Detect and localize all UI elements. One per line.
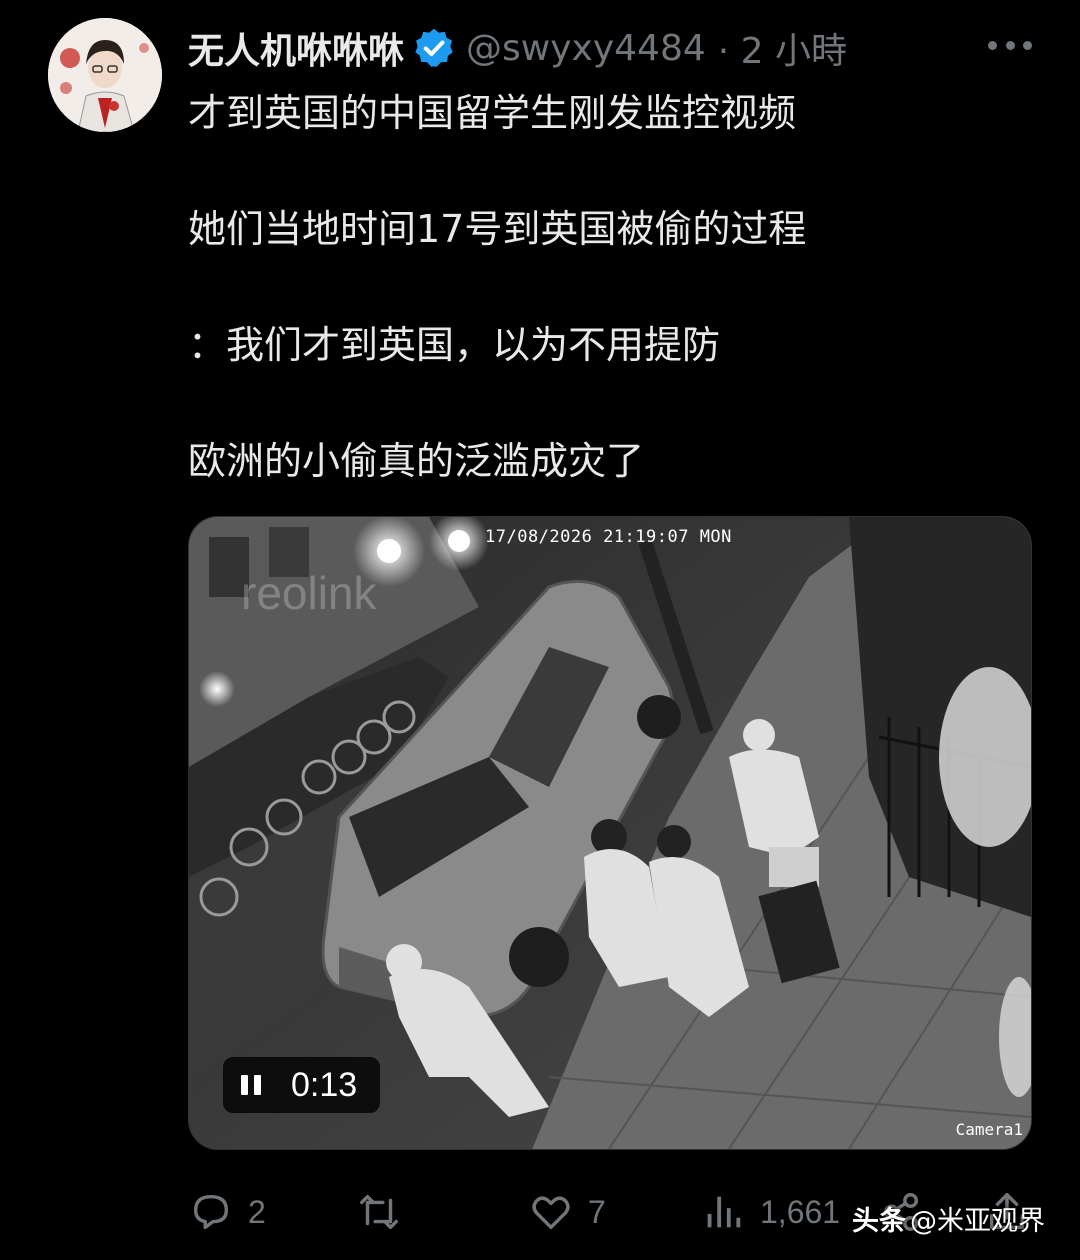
repost-icon [360,1194,398,1230]
like-icon [532,1196,570,1230]
tweet-paragraph: 欧洲的小偷真的泛滥成灾了 [188,439,645,483]
cctv-video-frame: reolink [189,517,1031,1149]
avatar[interactable] [48,18,162,132]
like-button[interactable]: 7 [528,1184,606,1240]
reolink-watermark: reolink [241,567,378,619]
post-time[interactable]: · 2 小時 [718,22,847,74]
reply-count: 2 [248,1193,266,1230]
like-count: 7 [588,1193,606,1230]
tweet-paragraph: ：我们才到英国，以为不用提防 [188,323,721,367]
verified-badge-icon [415,28,453,67]
reply-button[interactable]: 2 [188,1184,266,1240]
pause-icon[interactable] [241,1075,261,1095]
cctv-timestamp: 17/08/2026 21:19:07 MON [485,527,732,547]
tweet-header: 无人机咻咻咻 @swyxy4484 · 2 小時 [188,22,847,74]
video-playback-control[interactable]: 0:13 [223,1057,380,1113]
reply-icon [193,1194,229,1230]
user-handle[interactable]: @swyxy4484 [466,28,706,69]
repost-button[interactable] [356,1184,416,1240]
views-button[interactable]: 1,661 [700,1184,840,1240]
toutiao-logo: 头条 [852,1205,906,1237]
video-player[interactable]: reolink 17/08/2026 21:19:07 MON Camera1 … [188,516,1032,1150]
views-count: 1,661 [760,1193,841,1230]
avatar-image [48,18,162,132]
tweet-paragraph: 她们当地时间17号到英国被偷的过程 [188,207,807,251]
camera-label: Camera1 [955,1120,1023,1139]
more-icon[interactable] [988,30,1032,60]
display-name[interactable]: 无人机咻咻咻 [188,22,404,74]
tweet-body: 才到英国的中国留学生刚发监控视频 她们当地时间17号到英国被偷的过程 ：我们才到… [188,84,1048,490]
tweet-paragraph: 才到英国的中国留学生刚发监控视频 [188,91,797,135]
views-icon [707,1196,741,1228]
video-time: 0:13 [291,1065,358,1104]
watermark-text: @米亚观界 [910,1205,1045,1237]
source-watermark: 头条 @米亚观界 [852,1194,1045,1242]
